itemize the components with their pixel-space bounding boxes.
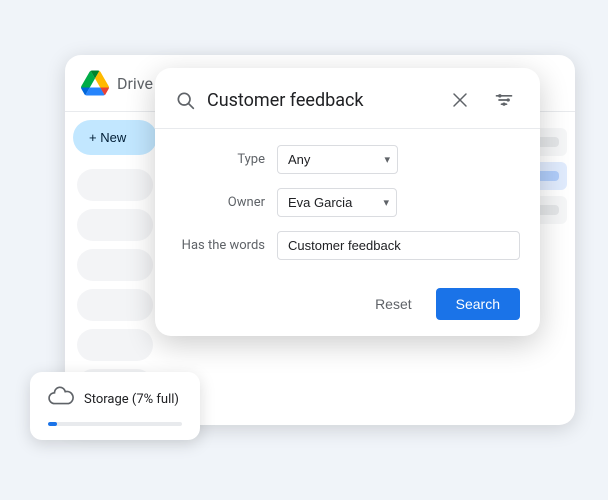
storage-card: Storage (7% full) <box>30 372 200 440</box>
reset-button[interactable]: Reset <box>359 288 428 320</box>
owner-filter-row: Owner Anyone Eva Garcia Not me <box>175 188 520 217</box>
close-button[interactable] <box>444 84 476 116</box>
drive-title: Drive <box>117 74 153 93</box>
words-input[interactable] <box>277 231 520 260</box>
owner-select-wrapper: Anyone Eva Garcia Not me <box>277 188 397 217</box>
search-dialog-footer: Reset Search <box>155 276 540 336</box>
owner-select[interactable]: Anyone Eva Garcia Not me <box>277 188 397 217</box>
cloud-icon <box>48 386 74 412</box>
search-icon <box>175 90 195 110</box>
storage-bar-track <box>48 422 182 426</box>
storage-text: Storage (7% full) <box>84 392 179 407</box>
search-dialog: Customer feedback Type Any <box>155 68 540 336</box>
words-label: Has the words <box>175 238 265 253</box>
close-icon <box>451 91 469 109</box>
new-button[interactable]: + New <box>73 120 157 155</box>
search-query-title: Customer feedback <box>207 90 432 111</box>
sidebar-item <box>77 289 153 321</box>
sidebar-item <box>77 329 153 361</box>
sidebar-item <box>77 169 153 201</box>
sidebar-item <box>77 209 153 241</box>
type-select-wrapper: Any Documents Spreadsheets Presentations… <box>277 145 398 174</box>
filter-options-button[interactable] <box>488 84 520 116</box>
type-filter-row: Type Any Documents Spreadsheets Presenta… <box>175 145 520 174</box>
drive-logo-icon <box>81 69 109 97</box>
cloud-svg-icon <box>48 386 74 406</box>
type-label: Type <box>175 152 265 167</box>
storage-bar-fill <box>48 422 57 426</box>
filter-icon <box>494 90 514 110</box>
owner-label: Owner <box>175 195 265 210</box>
words-filter-row: Has the words <box>175 231 520 260</box>
search-dialog-header: Customer feedback <box>155 68 540 129</box>
storage-header: Storage (7% full) <box>48 386 182 412</box>
sidebar-item <box>77 249 153 281</box>
type-select[interactable]: Any Documents Spreadsheets Presentations… <box>277 145 398 174</box>
search-dialog-body: Type Any Documents Spreadsheets Presenta… <box>155 129 540 276</box>
search-button[interactable]: Search <box>436 288 520 320</box>
